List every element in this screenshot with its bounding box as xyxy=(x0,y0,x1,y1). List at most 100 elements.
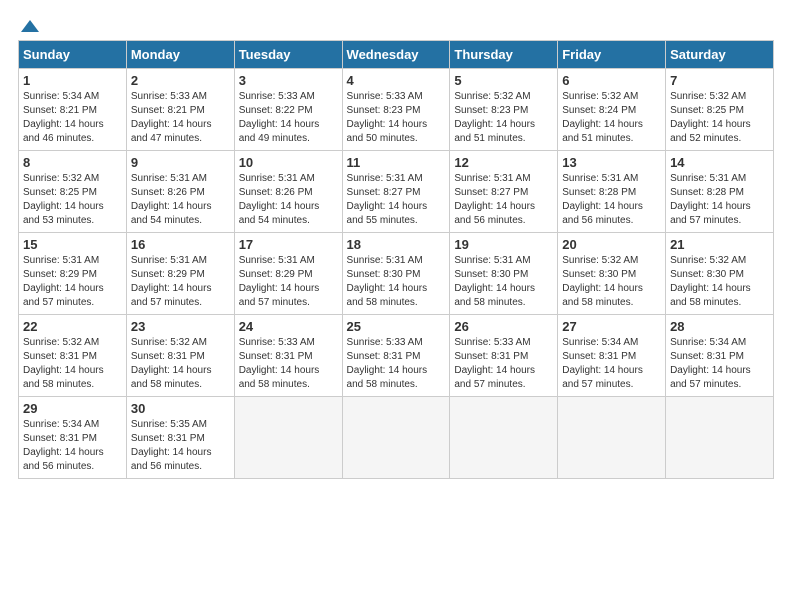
calendar-cell: 26Sunrise: 5:33 AMSunset: 8:31 PMDayligh… xyxy=(450,315,558,397)
day-number: 16 xyxy=(131,237,230,252)
calendar-cell: 20 Sunrise: 5:32 AMSunset: 8:30 PMDayligh… xyxy=(558,233,666,315)
cell-text: Sunrise: 5:32 AMSunset: 8:30 PMDaylight:… xyxy=(562,254,661,310)
calendar-header-tuesday: Tuesday xyxy=(234,41,342,69)
cell-text: Sunrise: 5:32 AMSunset: 8:25 PMDaylight:… xyxy=(670,90,769,146)
day-number: 6 xyxy=(562,73,661,88)
cell-text: Sunrise: 5:33 AMSunset: 8:31 PMDaylight:… xyxy=(239,336,338,392)
calendar-cell: 18Sunrise: 5:31 AMSunset: 8:30 PMDayligh… xyxy=(342,233,450,315)
calendar-cell: 7 Sunrise: 5:32 AMSunset: 8:25 PMDaylight… xyxy=(666,69,774,151)
cell-text: Sunrise: 5:31 AMSunset: 8:29 PMDaylight:… xyxy=(131,254,230,310)
cell-text: Sunrise: 5:34 AMSunset: 8:31 PMDaylight:… xyxy=(670,336,769,392)
day-number: 13 xyxy=(562,155,661,170)
day-number: 17 xyxy=(239,237,338,252)
calendar-cell: 23 Sunrise: 5:32 AMSunset: 8:31 PMDayligh… xyxy=(126,315,234,397)
cell-text: Sunrise: 5:33 AMSunset: 8:31 PMDaylight:… xyxy=(347,336,446,392)
calendar-cell: 30 Sunrise: 5:35 AMSunset: 8:31 PMDayligh… xyxy=(126,397,234,479)
cell-text: Sunrise: 5:32 AMSunset: 8:23 PMDaylight:… xyxy=(454,90,553,146)
calendar-header-row: SundayMondayTuesdayWednesdayThursdayFrid… xyxy=(19,41,774,69)
calendar-header-wednesday: Wednesday xyxy=(342,41,450,69)
cell-text: Sunrise: 5:34 AMSunset: 8:21 PMDaylight:… xyxy=(23,90,122,146)
logo-icon xyxy=(21,18,39,36)
calendar-cell: 12 Sunrise: 5:31 AMSunset: 8:27 PMDayligh… xyxy=(450,151,558,233)
calendar-week-row: 8 Sunrise: 5:32 AMSunset: 8:25 PMDaylight… xyxy=(19,151,774,233)
calendar-cell: 13 Sunrise: 5:31 AMSunset: 8:28 PMDayligh… xyxy=(558,151,666,233)
day-number: 2 xyxy=(131,73,230,88)
cell-text: Sunrise: 5:31 AMSunset: 8:27 PMDaylight:… xyxy=(347,172,446,228)
logo xyxy=(18,18,40,32)
cell-text: Sunrise: 5:35 AMSunset: 8:31 PMDaylight:… xyxy=(131,418,230,474)
calendar-week-row: 22 Sunrise: 5:32 AMSunset: 8:31 PMDayligh… xyxy=(19,315,774,397)
calendar-cell: 9 Sunrise: 5:31 AMSunset: 8:26 PMDaylight… xyxy=(126,151,234,233)
day-number: 29 xyxy=(23,401,122,416)
day-number: 9 xyxy=(131,155,230,170)
calendar-header-thursday: Thursday xyxy=(450,41,558,69)
day-number: 22 xyxy=(23,319,122,334)
cell-text: Sunrise: 5:32 AMSunset: 8:31 PMDaylight:… xyxy=(131,336,230,392)
calendar-cell xyxy=(558,397,666,479)
calendar-cell: 2 Sunrise: 5:33 AMSunset: 8:21 PMDaylight… xyxy=(126,69,234,151)
calendar: SundayMondayTuesdayWednesdayThursdayFrid… xyxy=(18,40,774,479)
day-number: 19 xyxy=(454,237,553,252)
cell-text: Sunrise: 5:31 AMSunset: 8:29 PMDaylight:… xyxy=(239,254,338,310)
cell-text: Sunrise: 5:31 AMSunset: 8:29 PMDaylight:… xyxy=(23,254,122,310)
calendar-week-row: 15 Sunrise: 5:31 AMSunset: 8:29 PMDayligh… xyxy=(19,233,774,315)
cell-text: Sunrise: 5:31 AMSunset: 8:28 PMDaylight:… xyxy=(562,172,661,228)
calendar-cell: 1Sunrise: 5:34 AMSunset: 8:21 PMDaylight… xyxy=(19,69,127,151)
calendar-cell: 24 Sunrise: 5:33 AMSunset: 8:31 PMDayligh… xyxy=(234,315,342,397)
cell-text: Sunrise: 5:33 AMSunset: 8:21 PMDaylight:… xyxy=(131,90,230,146)
calendar-cell: 17 Sunrise: 5:31 AMSunset: 8:29 PMDayligh… xyxy=(234,233,342,315)
cell-text: Sunrise: 5:32 AMSunset: 8:25 PMDaylight:… xyxy=(23,172,122,228)
cell-text: Sunrise: 5:32 AMSunset: 8:24 PMDaylight:… xyxy=(562,90,661,146)
cell-text: Sunrise: 5:34 AMSunset: 8:31 PMDaylight:… xyxy=(562,336,661,392)
day-number: 12 xyxy=(454,155,553,170)
calendar-cell: 10 Sunrise: 5:31 AMSunset: 8:26 PMDayligh… xyxy=(234,151,342,233)
day-number: 4 xyxy=(347,73,446,88)
calendar-cell: 6 Sunrise: 5:32 AMSunset: 8:24 PMDaylight… xyxy=(558,69,666,151)
day-number: 28 xyxy=(670,319,769,334)
calendar-cell: 28 Sunrise: 5:34 AMSunset: 8:31 PMDayligh… xyxy=(666,315,774,397)
day-number: 30 xyxy=(131,401,230,416)
calendar-cell: 21Sunrise: 5:32 AMSunset: 8:30 PMDayligh… xyxy=(666,233,774,315)
header xyxy=(18,18,774,32)
calendar-cell xyxy=(234,397,342,479)
calendar-header-monday: Monday xyxy=(126,41,234,69)
logo-text xyxy=(18,18,40,36)
day-number: 24 xyxy=(239,319,338,334)
page: SundayMondayTuesdayWednesdayThursdayFrid… xyxy=(0,0,792,612)
day-number: 10 xyxy=(239,155,338,170)
day-number: 11 xyxy=(347,155,446,170)
day-number: 3 xyxy=(239,73,338,88)
calendar-cell xyxy=(666,397,774,479)
calendar-cell: 5 Sunrise: 5:32 AMSunset: 8:23 PMDaylight… xyxy=(450,69,558,151)
day-number: 18 xyxy=(347,237,446,252)
day-number: 5 xyxy=(454,73,553,88)
calendar-cell: 27Sunrise: 5:34 AMSunset: 8:31 PMDayligh… xyxy=(558,315,666,397)
calendar-cell: 16 Sunrise: 5:31 AMSunset: 8:29 PMDayligh… xyxy=(126,233,234,315)
day-number: 26 xyxy=(454,319,553,334)
calendar-cell: 29Sunrise: 5:34 AMSunset: 8:31 PMDayligh… xyxy=(19,397,127,479)
calendar-cell xyxy=(342,397,450,479)
calendar-cell: 4 Sunrise: 5:33 AMSunset: 8:23 PMDaylight… xyxy=(342,69,450,151)
calendar-cell xyxy=(450,397,558,479)
day-number: 20 xyxy=(562,237,661,252)
calendar-week-row: 29Sunrise: 5:34 AMSunset: 8:31 PMDayligh… xyxy=(19,397,774,479)
calendar-cell: 11 Sunrise: 5:31 AMSunset: 8:27 PMDayligh… xyxy=(342,151,450,233)
calendar-header-sunday: Sunday xyxy=(19,41,127,69)
cell-text: Sunrise: 5:31 AMSunset: 8:27 PMDaylight:… xyxy=(454,172,553,228)
calendar-cell: 25 Sunrise: 5:33 AMSunset: 8:31 PMDayligh… xyxy=(342,315,450,397)
cell-text: Sunrise: 5:31 AMSunset: 8:26 PMDaylight:… xyxy=(239,172,338,228)
cell-text: Sunrise: 5:31 AMSunset: 8:30 PMDaylight:… xyxy=(454,254,553,310)
day-number: 25 xyxy=(347,319,446,334)
cell-text: Sunrise: 5:33 AMSunset: 8:23 PMDaylight:… xyxy=(347,90,446,146)
calendar-week-row: 1Sunrise: 5:34 AMSunset: 8:21 PMDaylight… xyxy=(19,69,774,151)
cell-text: Sunrise: 5:31 AMSunset: 8:28 PMDaylight:… xyxy=(670,172,769,228)
day-number: 23 xyxy=(131,319,230,334)
day-number: 21 xyxy=(670,237,769,252)
cell-text: Sunrise: 5:31 AMSunset: 8:26 PMDaylight:… xyxy=(131,172,230,228)
calendar-header-saturday: Saturday xyxy=(666,41,774,69)
day-number: 15 xyxy=(23,237,122,252)
day-number: 8 xyxy=(23,155,122,170)
day-number: 14 xyxy=(670,155,769,170)
day-number: 7 xyxy=(670,73,769,88)
calendar-cell: 19 Sunrise: 5:31 AMSunset: 8:30 PMDayligh… xyxy=(450,233,558,315)
